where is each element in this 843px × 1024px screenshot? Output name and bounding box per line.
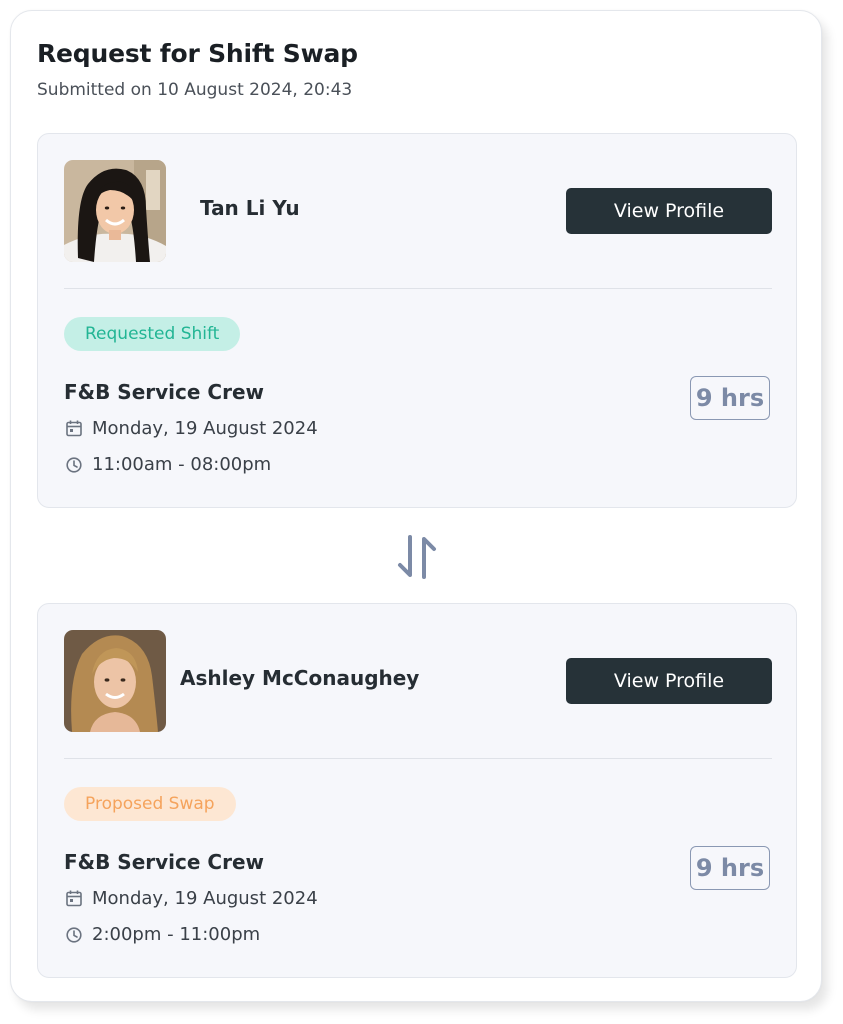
- calendar-icon: [64, 889, 84, 909]
- page-title: Request for Shift Swap: [37, 39, 358, 68]
- shift-date: Monday, 19 August 2024: [92, 888, 318, 909]
- shift-time: 2:00pm - 11:00pm: [92, 924, 261, 945]
- divider: [64, 288, 772, 289]
- shift-time-row: 2:00pm - 11:00pm: [64, 924, 260, 945]
- view-profile-button[interactable]: View Profile: [566, 658, 772, 704]
- submitted-timestamp: Submitted on 10 August 2024, 20:43: [37, 80, 353, 100]
- clock-icon: [64, 455, 84, 475]
- proposer-panel: Ashley McConaughey View Profile Proposed…: [37, 603, 797, 978]
- shift-time: 11:00am - 08:00pm: [92, 454, 272, 475]
- view-profile-button[interactable]: View Profile: [566, 188, 772, 234]
- requested-shift-badge: Requested Shift: [64, 317, 241, 351]
- requester-name: Tan Li Yu: [200, 196, 300, 220]
- shift-hours-badge: 9 hrs: [690, 846, 770, 890]
- avatar[interactable]: [64, 630, 166, 732]
- swap-arrows-icon: [395, 533, 439, 581]
- shift-date-row: Monday, 19 August 2024: [64, 888, 318, 909]
- shift-role: F&B Service Crew: [64, 850, 264, 874]
- avatar[interactable]: [64, 160, 166, 262]
- clock-icon: [64, 925, 84, 945]
- shift-date-row: Monday, 19 August 2024: [64, 418, 318, 439]
- shift-date: Monday, 19 August 2024: [92, 418, 318, 439]
- requester-panel: Tan Li Yu View Profile Requested Shift F…: [37, 133, 797, 508]
- divider: [64, 758, 772, 759]
- shift-time-row: 11:00am - 08:00pm: [64, 454, 271, 475]
- proposer-name: Ashley McConaughey: [180, 666, 420, 690]
- shift-hours-badge: 9 hrs: [690, 376, 770, 420]
- page: Request for Shift Swap Submitted on 10 A…: [0, 0, 843, 1024]
- proposed-swap-badge: Proposed Swap: [64, 787, 236, 821]
- shift-role: F&B Service Crew: [64, 380, 264, 404]
- shift-swap-card: Request for Shift Swap Submitted on 10 A…: [10, 10, 822, 1002]
- calendar-icon: [64, 419, 84, 439]
